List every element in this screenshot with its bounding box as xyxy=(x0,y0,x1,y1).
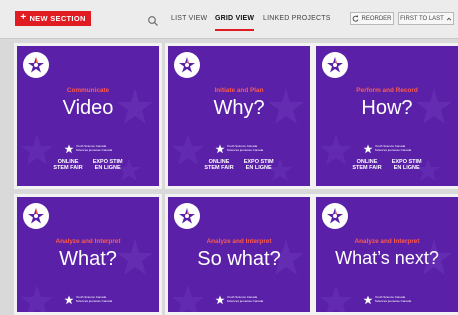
card-kicker: Analyze and Interpret xyxy=(206,238,272,245)
card-title: What’s next? xyxy=(335,248,439,268)
card-kicker: Communicate xyxy=(66,87,110,94)
card-title: So what? xyxy=(197,248,281,270)
section-card[interactable]: Analyze and Interpret So what? Youth Sci… xyxy=(165,194,313,315)
fair-label: ONLINE STEM FAIR EXPO STIM EN LIGNE xyxy=(17,159,159,172)
org-name-fr: Sciences jeunesse Canada xyxy=(226,148,264,152)
tab-grid-view[interactable]: GRID VIEW xyxy=(215,15,255,31)
org-logo: Youth Science Canada Sciences jeunesse C… xyxy=(17,144,159,154)
fair-label: ONLINE STEM FAIR EXPO STIM EN LIGNE xyxy=(316,159,458,172)
refresh-icon xyxy=(353,15,359,22)
star-logo-icon xyxy=(215,144,225,154)
card-kicker: Analyze and Interpret xyxy=(55,238,121,245)
card-title: What? xyxy=(59,248,117,270)
org-logo: Youth Science Canada Sciences jeunesse C… xyxy=(168,295,310,305)
star-badge-icon xyxy=(322,52,348,78)
section-card[interactable]: Analyze and Interpret What’s next? Youth… xyxy=(313,194,458,315)
star-badge-icon xyxy=(322,203,348,229)
new-section-button[interactable]: + NEW SECTION xyxy=(15,11,91,26)
chevron-up-icon xyxy=(446,16,451,20)
org-name-fr: Sciences jeunesse Canada xyxy=(75,299,113,303)
star-logo-icon xyxy=(64,295,74,305)
star-logo-icon xyxy=(363,144,373,154)
search-icon[interactable] xyxy=(147,14,159,26)
star-badge-icon xyxy=(23,203,49,229)
org-logo: Youth Science Canada Sciences jeunesse C… xyxy=(316,295,458,305)
org-name-fr: Sciences jeunesse Canada xyxy=(374,148,412,152)
star-logo-icon xyxy=(64,144,74,154)
star-badge-icon xyxy=(174,52,200,78)
fair-en-line2: STEM FAIR xyxy=(53,165,83,172)
org-name-fr: Sciences jeunesse Canada xyxy=(226,299,264,303)
tab-list-view[interactable]: LIST VIEW xyxy=(171,15,207,29)
toolbar: + NEW SECTION LIST VIEW GRID VIEW LINKED… xyxy=(0,0,458,39)
org-logo: Youth Science Canada Sciences jeunesse C… xyxy=(168,144,310,154)
section-card[interactable]: Analyze and Interpret What? Youth Scienc… xyxy=(14,194,162,315)
star-badge-icon xyxy=(23,52,49,78)
fair-en-line2: STEM FAIR xyxy=(204,165,234,172)
sort-label: FIRST TO LAST xyxy=(400,15,444,22)
card-title: How? xyxy=(361,97,413,119)
section-card[interactable]: Perform and Record How? Youth Science Ca… xyxy=(313,43,458,189)
card-kicker: Initiate and Plan xyxy=(214,87,264,94)
org-logo: Youth Science Canada Sciences jeunesse C… xyxy=(17,295,159,305)
fair-label: ONLINE STEM FAIR EXPO STIM EN LIGNE xyxy=(168,159,310,172)
new-section-label: NEW SECTION xyxy=(29,14,86,23)
fair-fr-line2: EN LIGNE xyxy=(393,165,420,172)
org-name-fr: Sciences jeunesse Canada xyxy=(75,148,113,152)
section-card[interactable]: Communicate Video Youth Science Canada S… xyxy=(14,43,162,189)
org-logo: Youth Science Canada Sciences jeunesse C… xyxy=(316,144,458,154)
card-title: Why? xyxy=(213,97,265,119)
fair-fr-line2: EN LIGNE xyxy=(94,165,121,172)
fair-en-line2: STEM FAIR xyxy=(352,165,382,172)
reorder-button[interactable]: REORDER xyxy=(350,12,394,25)
star-logo-icon xyxy=(215,295,225,305)
fair-fr-line2: EN LIGNE xyxy=(245,165,272,172)
card-kicker: Perform and Record xyxy=(356,87,418,94)
section-card[interactable]: Initiate and Plan Why? Youth Science Can… xyxy=(165,43,313,189)
star-badge-icon xyxy=(174,203,200,229)
star-logo-icon xyxy=(363,295,373,305)
reorder-label: REORDER xyxy=(361,15,392,22)
plus-icon: + xyxy=(20,12,27,23)
tab-linked-projects[interactable]: LINKED PROJECTS xyxy=(263,15,331,29)
sort-order-button[interactable]: FIRST TO LAST xyxy=(398,12,454,25)
org-name-fr: Sciences jeunesse Canada xyxy=(374,299,412,303)
card-kicker: Analyze and Interpret xyxy=(354,238,420,245)
card-title: Video xyxy=(62,97,114,119)
